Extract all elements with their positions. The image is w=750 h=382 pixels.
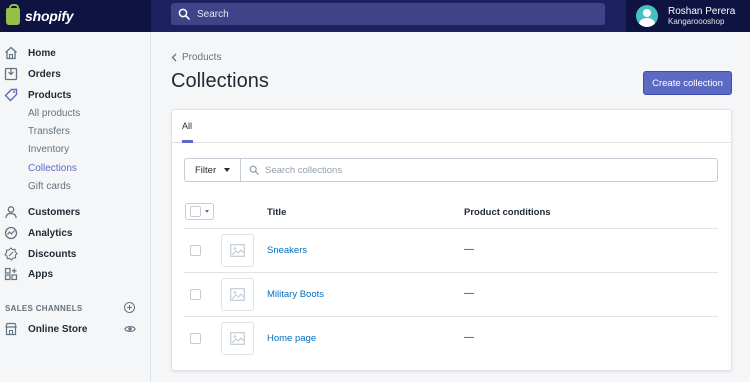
chevron-down-icon	[205, 210, 209, 213]
chevron-left-icon	[171, 53, 177, 62]
table-row[interactable]: Military Boots —	[184, 273, 718, 317]
sidebar-subitem-inventory[interactable]: Inventory	[28, 144, 69, 155]
collections-search[interactable]	[240, 158, 718, 182]
user-menu[interactable]: Roshan Perera Kangaroooshop	[626, 0, 750, 32]
global-search[interactable]: Search	[171, 3, 605, 25]
avatar	[636, 5, 658, 27]
sidebar-subitem-gift-cards[interactable]: Gift cards	[28, 181, 71, 192]
sidebar-subitem-transfers[interactable]: Transfers	[28, 126, 70, 137]
shopify-logo[interactable]: shopify	[0, 0, 151, 32]
table-row[interactable]: Sneakers —	[184, 229, 718, 273]
filter-label: Filter	[195, 164, 217, 176]
sidebar-item-label: Orders	[28, 68, 61, 80]
user-name: Roshan Perera	[668, 5, 736, 17]
select-all-checkbox[interactable]	[190, 206, 201, 217]
table-header: Title Product conditions	[184, 198, 718, 229]
row-checkbox[interactable]	[190, 289, 201, 300]
filter-button[interactable]: Filter	[184, 158, 241, 182]
breadcrumb-label: Products	[182, 52, 222, 63]
image-placeholder-icon	[221, 234, 254, 267]
sales-channels-heading: SALES CHANNELS	[5, 304, 83, 313]
apps-icon	[4, 267, 18, 281]
search-icon	[178, 8, 190, 20]
sidebar-subitem-collections[interactable]: Collections	[28, 163, 77, 174]
orders-icon	[4, 67, 18, 81]
sidebar: Home Orders Products All products Transf…	[0, 32, 151, 382]
top-bar: shopify Search Roshan Perera Kangarooosh…	[0, 0, 750, 32]
tab-all[interactable]: All	[182, 121, 192, 131]
sidebar-item-label: Customers	[28, 206, 81, 218]
tag-icon	[4, 88, 18, 102]
brand-name: shopify	[25, 8, 74, 24]
shop-name: Kangaroooshop	[668, 16, 725, 26]
sidebar-item-label: Home	[28, 47, 56, 59]
caret-down-icon	[224, 168, 231, 172]
add-channel-icon[interactable]	[124, 302, 135, 313]
analytics-icon	[4, 226, 18, 240]
discount-icon	[4, 247, 18, 261]
home-icon	[5, 46, 17, 60]
column-title-header: Title	[267, 207, 287, 218]
row-checkbox[interactable]	[190, 245, 201, 256]
sidebar-item-label: Products	[28, 89, 72, 101]
page-title: Collections	[171, 70, 269, 92]
collection-title-link[interactable]: Sneakers	[267, 245, 307, 256]
collection-title-link[interactable]: Military Boots	[267, 289, 324, 300]
product-conditions: —	[464, 244, 474, 255]
image-placeholder-icon	[221, 278, 254, 311]
product-conditions: —	[464, 288, 474, 299]
tab-bar: All	[172, 110, 731, 143]
collections-search-input[interactable]	[265, 164, 705, 176]
eye-icon[interactable]	[124, 324, 136, 334]
product-conditions: —	[464, 332, 474, 343]
sidebar-item-label: Analytics	[28, 227, 73, 239]
row-checkbox[interactable]	[190, 333, 201, 344]
collection-title-link[interactable]: Home page	[267, 333, 316, 344]
table-row[interactable]: Home page —	[184, 317, 718, 361]
sidebar-item-label: Discounts	[28, 248, 77, 260]
global-search-placeholder: Search	[197, 8, 229, 20]
collections-card: All Filter Title Product conditions Snea…	[171, 109, 732, 371]
sidebar-item-label: Apps	[28, 268, 53, 280]
sidebar-subitem-all-products[interactable]: All products	[28, 108, 80, 119]
person-icon	[5, 206, 17, 219]
bulk-select[interactable]	[185, 203, 214, 220]
sidebar-item-label: Online Store	[28, 323, 88, 335]
active-tab-indicator	[182, 140, 193, 143]
create-collection-button[interactable]: Create collection	[643, 71, 732, 95]
column-conditions-header: Product conditions	[464, 207, 551, 218]
search-icon	[249, 165, 259, 175]
shopping-bag-icon	[6, 3, 20, 25]
store-icon	[5, 322, 17, 336]
breadcrumb[interactable]: Products	[171, 52, 221, 63]
image-placeholder-icon	[221, 322, 254, 355]
